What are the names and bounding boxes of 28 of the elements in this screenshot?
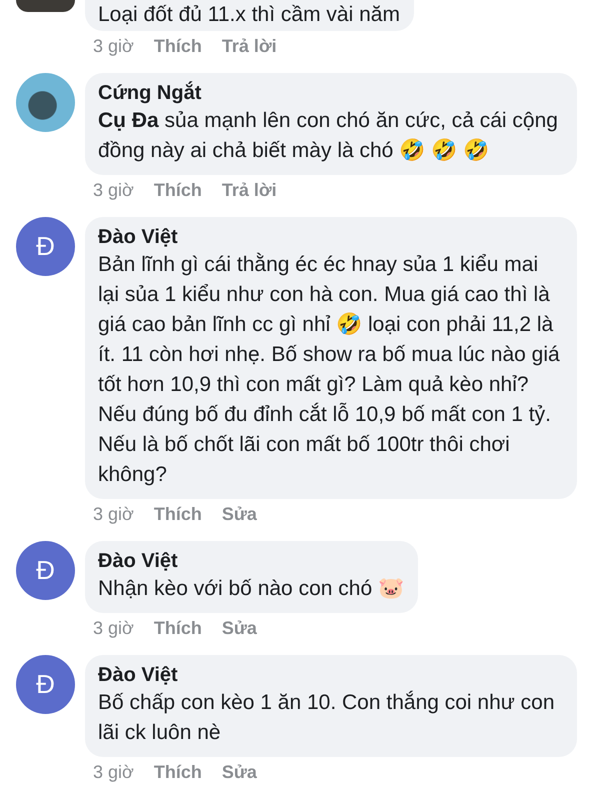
timestamp: 3 giờ [93, 179, 134, 201]
comment-text: Loại đốt đủ 11.x thì cầm vài năm [98, 2, 400, 28]
comment-text: Bố chấp con kèo 1 ăn 10. Con thắng coi như con lãi ck luôn nè [98, 690, 556, 746]
like-link[interactable]: Thích [154, 617, 202, 639]
timestamp: 3 giờ [93, 503, 134, 525]
author-name[interactable]: Đào Việt [98, 663, 563, 688]
comment-text: Bản lĩnh gì cái thằng éc éc hnay sủa 1 kiểu mai lại sủa 1 kiểu như con hà con. Mua giá cao thì là giá cao bản lĩnh cc gì nhỉ 🤣 loại con phải 11,2 là ít. 11 còn hơi nhẹ. Bố show ra bố mua lúc nào giá tốt hơn 10,9 thì con mất gì? Làm quả kèo nhỉ? Nếu đúng bố đu đỉnh cắt lỗ 10,9 bố mất con 1 tỷ. Nếu là bố chốt lãi con mất bố 100tr thôi chơi không? [98, 252, 561, 488]
action-link[interactable]: Sửa [222, 617, 257, 639]
author-name[interactable]: Cứng Ngắt [98, 81, 563, 106]
avatar[interactable]: Đ [16, 655, 75, 714]
like-link[interactable]: Thích [154, 35, 202, 57]
author-name[interactable]: Đào Việt [98, 549, 404, 574]
timestamp: 3 giờ [93, 761, 134, 783]
author-name[interactable]: Đào Việt [98, 225, 563, 250]
timestamp: 3 giờ [93, 617, 134, 639]
comment-text: Cụ Đa sủa mạnh lên con chó ăn cức, cả cái cộng đồng này ai chả biết mày là chó 🤣 🤣 🤣 [98, 108, 559, 164]
action-link[interactable]: Sửa [222, 761, 257, 783]
avatar[interactable]: Đ [16, 217, 75, 276]
avatar[interactable]: Đ [16, 541, 75, 600]
like-link[interactable]: Thích [154, 503, 202, 525]
like-link[interactable]: Thích [154, 179, 202, 201]
action-link[interactable]: Trả lời [222, 179, 277, 201]
timestamp: 3 giờ [93, 35, 134, 57]
action-link[interactable]: Trả lời [222, 35, 277, 57]
action-link[interactable]: Sửa [222, 503, 257, 525]
like-link[interactable]: Thích [154, 761, 202, 783]
comment-text: Nhận kèo với bố nào con chó 🐷 [98, 576, 404, 602]
avatar-photo-placeholder[interactable] [16, 0, 75, 12]
